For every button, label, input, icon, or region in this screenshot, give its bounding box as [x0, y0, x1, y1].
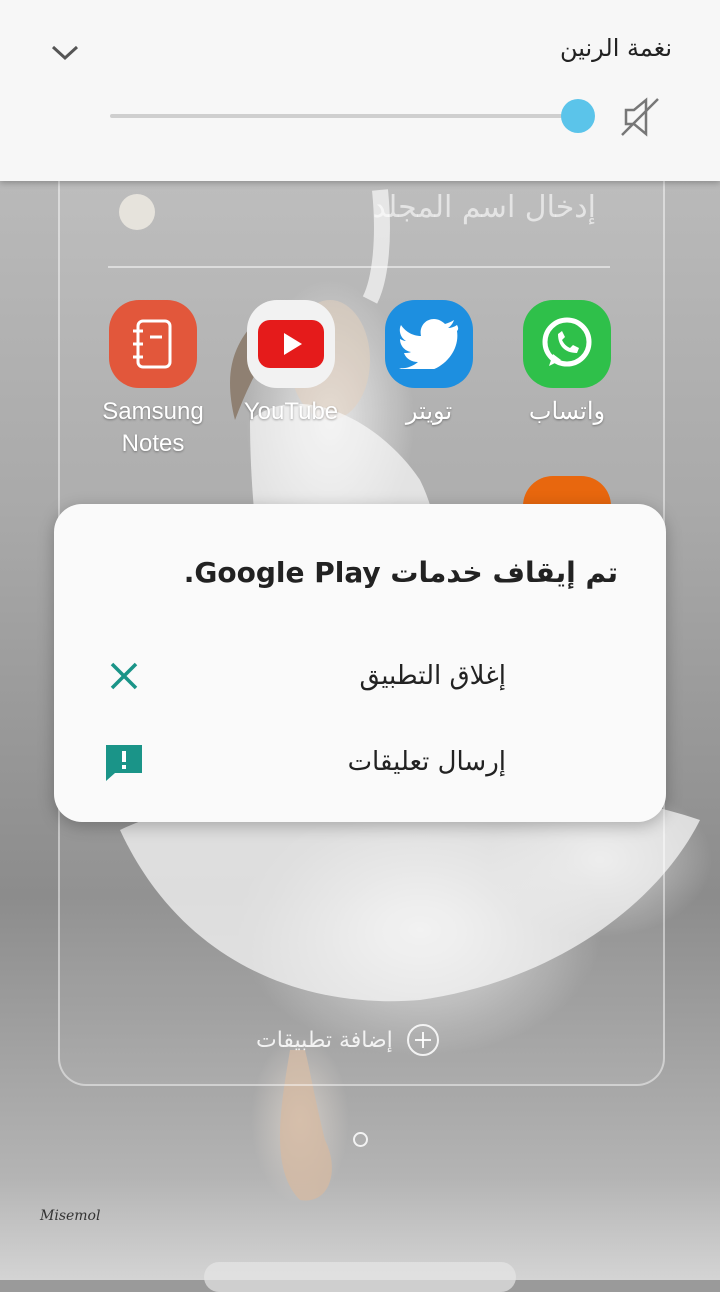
feedback-icon [102, 740, 146, 784]
volume-slider-thumb[interactable] [561, 99, 595, 133]
add-apps-label: إضافة تطبيقات [256, 1027, 393, 1053]
folder-divider [108, 266, 610, 268]
app-label: تويتر [405, 398, 453, 425]
volume-panel: نغمة الرنين [0, 0, 720, 181]
painting-signature: Misemol [40, 1208, 101, 1224]
close-app-label: إغلاق التطبيق [359, 661, 506, 691]
volume-slider-track[interactable] [110, 114, 580, 118]
add-apps-button[interactable]: إضافة تطبيقات [256, 1022, 439, 1058]
page-indicator [353, 1132, 368, 1147]
chevron-down-icon[interactable] [50, 38, 80, 68]
samsung-notes-icon [109, 300, 197, 388]
send-feedback-label: إرسال تعليقات [347, 747, 506, 777]
twitter-icon [385, 300, 473, 388]
app-samsung-notes[interactable]: Samsung Notes [88, 300, 218, 460]
folder-color-button[interactable] [119, 194, 155, 230]
app-whatsapp[interactable]: واتساب [502, 300, 632, 428]
app-label: YouTube [243, 398, 339, 425]
send-feedback-option[interactable]: إرسال تعليقات [102, 732, 618, 792]
plus-circle-icon [406, 1024, 439, 1056]
close-app-option[interactable]: إغلاق التطبيق [102, 646, 618, 706]
dialog-title: تم إيقاف خدمات Google Play. [183, 556, 618, 589]
app-twitter[interactable]: تويتر [364, 300, 494, 428]
app-youtube[interactable]: YouTube [226, 300, 356, 428]
app-stopped-dialog: تم إيقاف خدمات Google Play. إغلاق التطبي… [54, 504, 666, 822]
whatsapp-icon [523, 300, 611, 388]
folder-name-input[interactable]: إدخال اسم المجلد [372, 190, 596, 225]
app-label: Samsung Notes [102, 398, 204, 457]
close-icon [102, 654, 146, 698]
app-label: واتساب [528, 398, 606, 425]
volume-stream-title: نغمة الرنين [559, 34, 672, 62]
bottom-handle [204, 1262, 516, 1292]
youtube-icon [247, 300, 335, 388]
ringtone-mute-icon[interactable] [616, 95, 664, 139]
